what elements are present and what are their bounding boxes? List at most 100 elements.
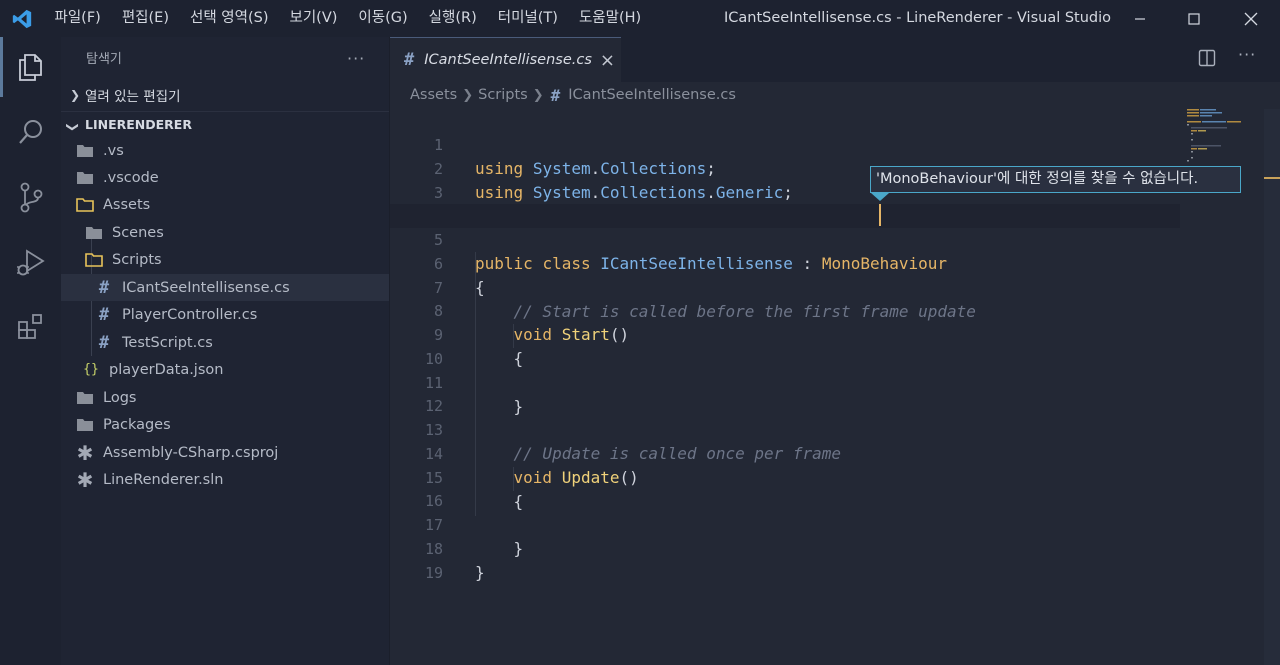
tree-item-packages[interactable]: Packages <box>61 411 389 438</box>
code-line: 19 <box>390 537 1180 582</box>
code-line: 16 <box>390 465 1180 510</box>
minimize-button[interactable] <box>1111 0 1169 37</box>
folder-icon <box>75 169 95 187</box>
tree-item-label: PlayerController.cs <box>122 306 258 323</box>
breadcrumb-scripts[interactable]: Scripts <box>478 87 528 103</box>
code-line: 14 void Update() <box>390 418 1180 487</box>
tree-item-label: TestScript.cs <box>122 334 213 351</box>
tab-icantseeintellisense[interactable]: # ICantSeeIntellisense.cs × <box>390 37 621 82</box>
chevron-down-icon: ❯ <box>66 121 80 132</box>
code-line: 13 // Update is called once per frame <box>390 394 1180 463</box>
tree-item-scenes[interactable]: Scenes <box>61 219 389 246</box>
tree-item-label: Assembly-CSharp.csproj <box>103 444 279 461</box>
text-cursor <box>879 204 881 226</box>
folder-open-icon <box>84 251 104 269</box>
tooltip-arrow <box>871 193 889 201</box>
extensions-icon <box>17 314 42 339</box>
tree-item-logs[interactable]: Logs <box>61 384 389 411</box>
explorer-more-actions[interactable]: ··· <box>347 37 365 81</box>
code-line: 7 // Start is called before the first fr… <box>390 252 1180 321</box>
code-line: 10 <box>390 323 1180 368</box>
scrollbar-cursor-marker <box>1264 177 1280 179</box>
extensions-button[interactable] <box>0 302 61 352</box>
tree-item-scripts[interactable]: Scripts <box>61 246 389 273</box>
tree-item-vscode[interactable]: .vscode <box>61 164 389 191</box>
tree-item-csproj[interactable]: ✱ Assembly-CSharp.csproj <box>61 439 389 466</box>
tree-item-label: playerData.json <box>109 361 224 378</box>
project-file-icon: ✱ <box>76 440 94 465</box>
split-editor-button[interactable] <box>1198 49 1218 69</box>
window-title: ICantSeeIntellisense.cs - LineRenderer -… <box>724 10 1112 26</box>
csharp-file-icon: # <box>404 50 415 70</box>
code-line: 18 } <box>390 513 1180 582</box>
maximize-button[interactable] <box>1165 0 1223 37</box>
code-line: 1 using System.Collections; <box>390 109 1180 178</box>
explorer-button[interactable] <box>0 42 61 92</box>
breadcrumb-file[interactable]: ICantSeeIntellisense.cs <box>568 87 736 103</box>
line-number: 19 <box>424 564 443 582</box>
tab-close-button[interactable]: × <box>600 50 615 71</box>
maximize-icon <box>1188 12 1200 25</box>
tree-item-label: Logs <box>103 389 137 406</box>
tree-item-testscript[interactable]: # TestScript.cs <box>61 329 389 356</box>
tree-item-label: ICantSeeIntellisense.cs <box>122 279 290 296</box>
project-section[interactable]: ❯ LINERENDERER <box>61 111 389 137</box>
minimize-icon <box>1135 17 1145 20</box>
menu-view[interactable]: 보기(V) <box>279 0 348 37</box>
vscode-logo-icon <box>0 0 44 37</box>
menu-edit[interactable]: 편집(E) <box>111 0 179 37</box>
tree-item-assets[interactable]: Assets <box>61 191 389 218</box>
tree-item-label: Assets <box>103 196 151 213</box>
menu-terminal[interactable]: 터미널(T) <box>487 0 568 37</box>
solution-file-icon: ✱ <box>76 467 94 492</box>
tab-bar: # ICantSeeIntellisense.cs × ··· <box>390 37 1280 82</box>
close-window-button[interactable] <box>1222 0 1280 37</box>
tree-item-label: .vscode <box>103 169 159 186</box>
folder-open-icon <box>75 196 95 214</box>
vertical-scrollbar[interactable] <box>1264 109 1280 665</box>
code-line: 6 { <box>390 228 1180 297</box>
breadcrumb-assets[interactable]: Assets <box>410 87 457 103</box>
hover-tooltip: 'MonoBehaviour'에 대한 정의를 찾을 수 없습니다. <box>870 166 1241 193</box>
explorer-sidebar: 탐색기 ··· ❯ 열려 있는 편집기 ❯ LINERENDERER .vs .… <box>61 37 390 665</box>
run-debug-button[interactable] <box>0 237 61 287</box>
search-button[interactable] <box>0 107 61 157</box>
open-editors-section[interactable]: ❯ 열려 있는 편집기 <box>61 82 389 108</box>
menu-help[interactable]: 도움말(H) <box>568 0 651 37</box>
code-line: 12 <box>390 370 1180 415</box>
search-icon <box>18 120 42 144</box>
menu-run[interactable]: 실행(R) <box>418 0 487 37</box>
editor-more-actions[interactable]: ··· <box>1238 45 1256 64</box>
menu-file[interactable]: 파일(F) <box>44 0 111 37</box>
activity-bar <box>0 37 61 665</box>
tree-item-vs[interactable]: .vs <box>61 137 389 164</box>
folder-icon <box>75 416 95 434</box>
menu-go[interactable]: 이동(G) <box>348 0 418 37</box>
minimap[interactable] <box>1187 109 1265 169</box>
code-line: 8 void Start() <box>390 275 1180 344</box>
tree-item-label: Packages <box>103 416 171 433</box>
menu-bar: 파일(F) 편집(E) 선택 영역(S) 보기(V) 이동(G) 실행(R) 터… <box>44 0 652 37</box>
menu-selection[interactable]: 선택 영역(S) <box>180 0 280 37</box>
json-file-icon: {} <box>83 362 99 377</box>
run-debug-icon <box>16 249 45 276</box>
tree-item-playercontroller[interactable]: # PlayerController.cs <box>61 301 389 328</box>
chevron-right-icon: ❯ <box>532 87 544 103</box>
close-icon <box>1244 12 1258 25</box>
code-line: 17 } <box>390 489 1180 558</box>
chevron-right-icon: ❯ <box>462 87 474 103</box>
split-editor-icon <box>1198 49 1216 67</box>
breadcrumb: Assets ❯ Scripts ❯ # ICantSeeIntellisens… <box>410 82 736 108</box>
source-control-button[interactable] <box>0 172 61 222</box>
explorer-title: 탐색기 <box>86 52 122 67</box>
folder-icon <box>84 224 104 242</box>
project-label: LINERENDERER <box>85 117 192 132</box>
open-editors-label: 열려 있는 편집기 <box>85 89 181 105</box>
tree-item-sln[interactable]: ✱ LineRenderer.sln <box>61 466 389 493</box>
csharp-file-icon: # <box>550 85 561 105</box>
chevron-right-icon: ❯ <box>69 88 81 102</box>
tree-item-playerdata[interactable]: {} playerData.json <box>61 356 389 383</box>
title-bar: 파일(F) 편집(E) 선택 영역(S) 보기(V) 이동(G) 실행(R) 터… <box>0 0 1280 37</box>
csharp-file-icon: # <box>98 304 110 325</box>
tree-item-icantseeintellisense[interactable]: # ICantSeeIntellisense.cs <box>61 274 389 301</box>
